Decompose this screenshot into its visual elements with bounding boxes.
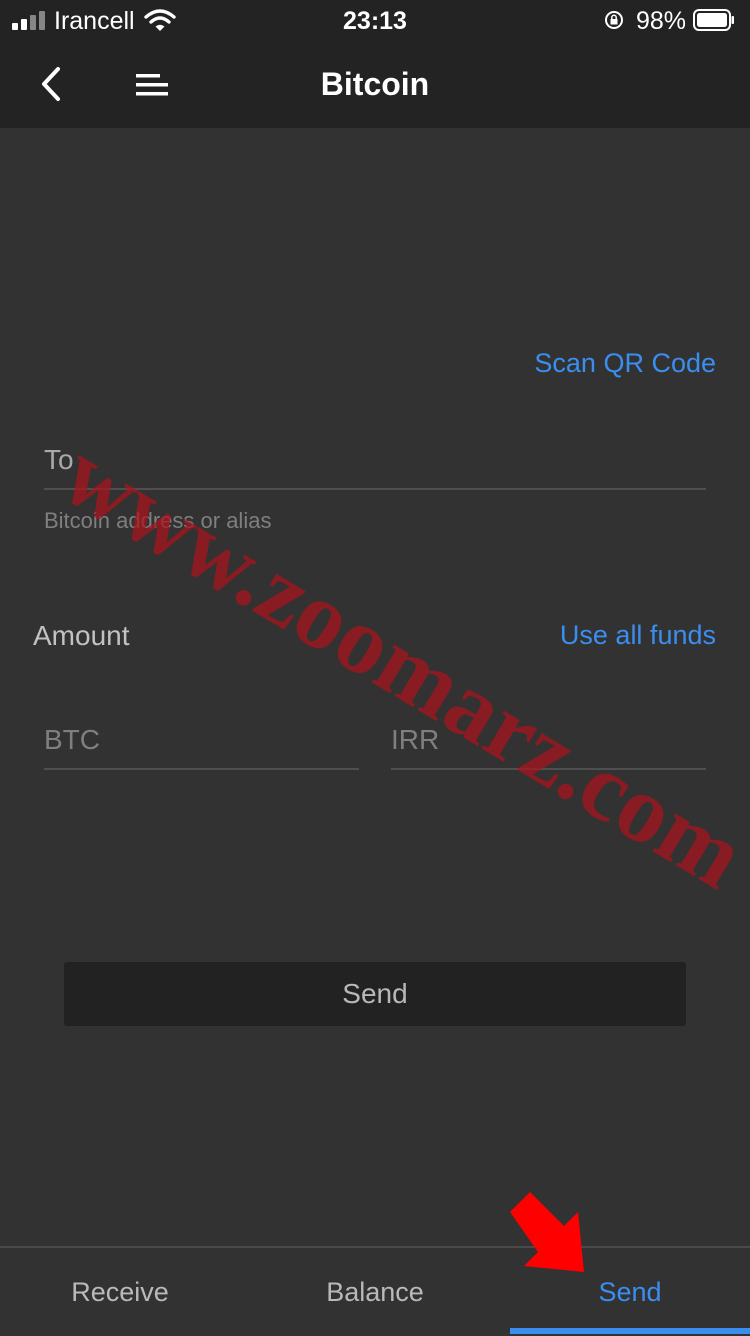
irr-input-underline bbox=[391, 768, 706, 770]
tab-balance[interactable]: Balance bbox=[255, 1248, 495, 1336]
active-tab-indicator bbox=[510, 1328, 750, 1334]
send-screen: Irancell 23:13 98% Bitcoin Scan QR Code … bbox=[0, 0, 750, 1336]
page-title: Bitcoin bbox=[320, 66, 430, 102]
send-button[interactable]: Send bbox=[64, 962, 686, 1026]
btc-input-underline bbox=[44, 768, 359, 770]
red-arrow-icon bbox=[510, 1192, 584, 1272]
top-bar: Irancell 23:13 98% Bitcoin bbox=[0, 0, 750, 128]
to-label: To bbox=[44, 444, 74, 475]
use-all-funds-link[interactable]: Use all funds bbox=[560, 620, 716, 651]
scan-qr-code-link[interactable]: Scan QR Code bbox=[534, 348, 716, 379]
to-address-placeholder: Bitcoin address or alias bbox=[44, 508, 272, 533]
rotation-lock-icon bbox=[605, 11, 623, 29]
battery-percent: 98% bbox=[636, 7, 687, 35]
tab-bar: Receive Balance Send bbox=[0, 1246, 750, 1336]
battery-icon bbox=[693, 9, 734, 31]
to-address-input[interactable] bbox=[44, 488, 706, 490]
tab-receive[interactable]: Receive bbox=[0, 1248, 240, 1336]
amount-label: Amount bbox=[33, 620, 130, 651]
btc-amount-input[interactable]: BTC bbox=[44, 724, 100, 756]
status-bar: Irancell 23:13 98% bbox=[0, 0, 750, 40]
irr-amount-input[interactable]: IRR bbox=[391, 724, 439, 756]
